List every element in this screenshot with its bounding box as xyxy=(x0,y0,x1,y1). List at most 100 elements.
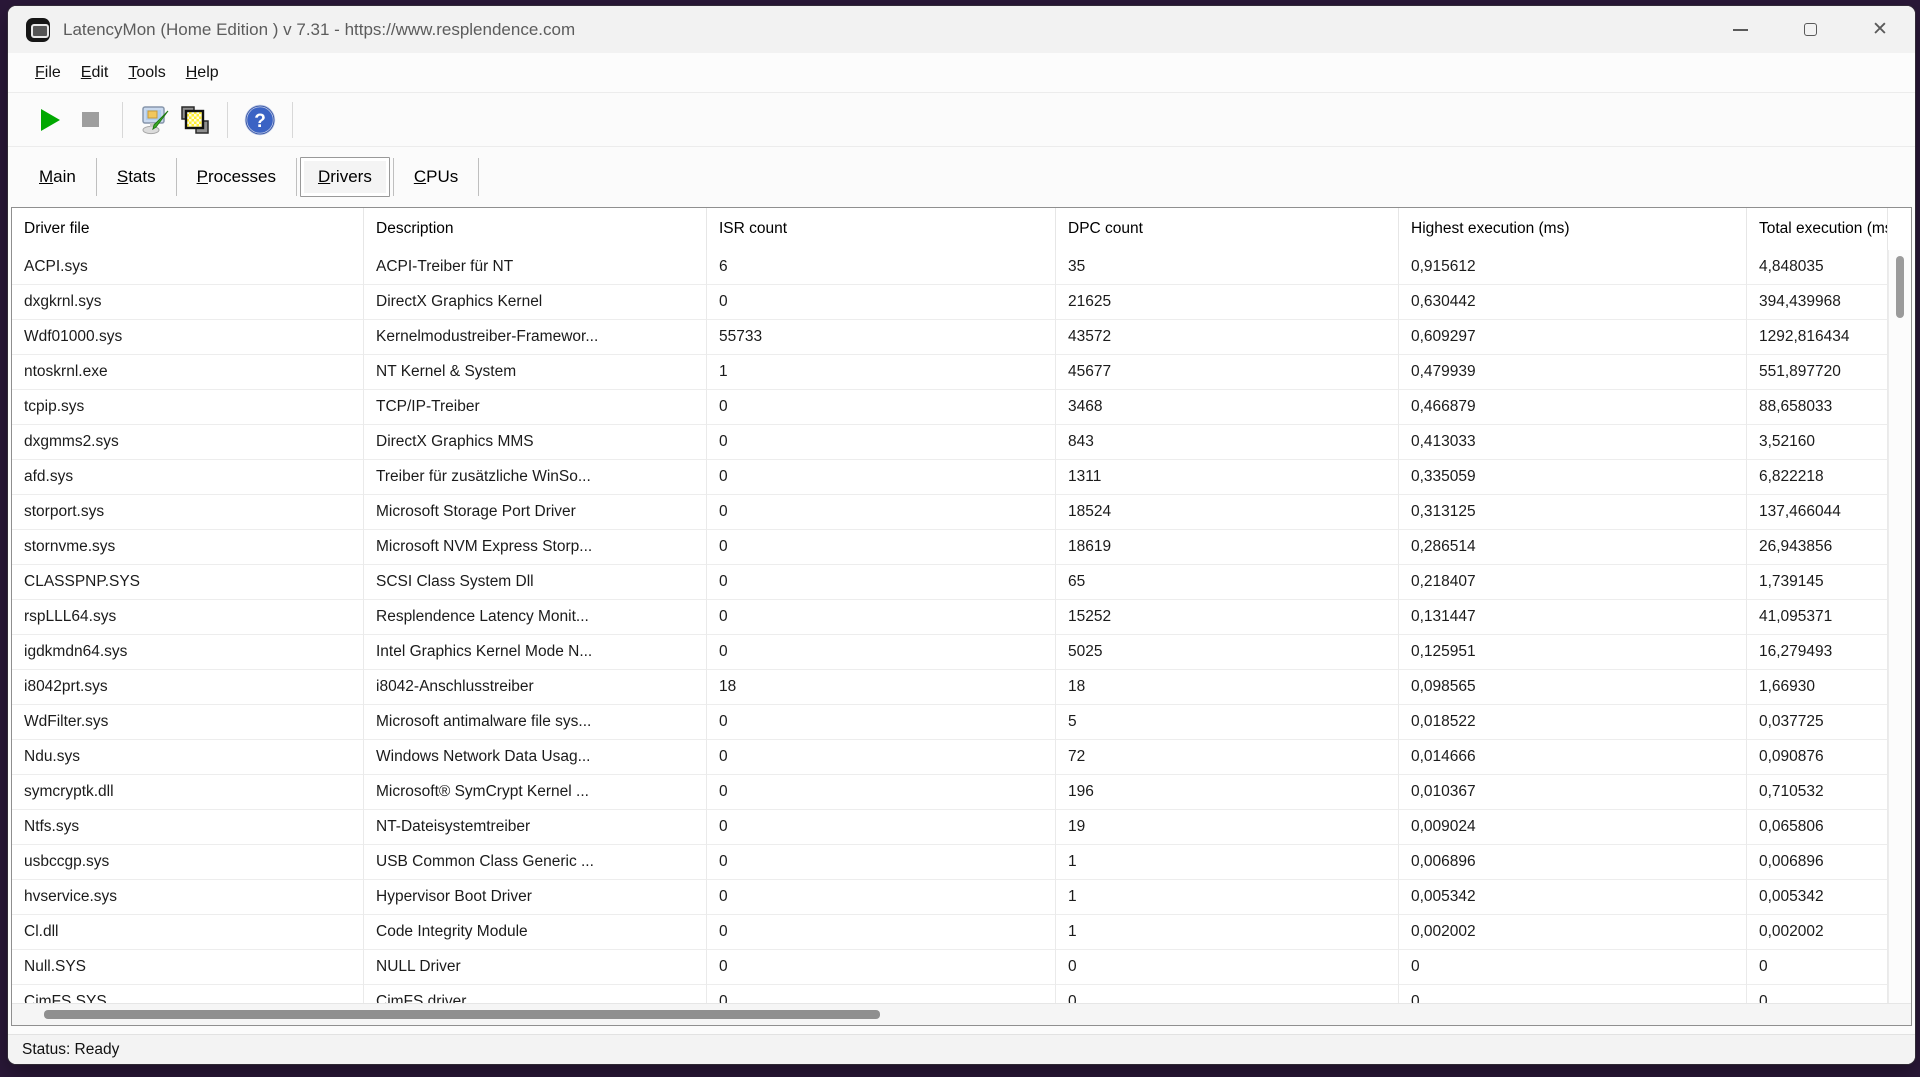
menu-item-tools[interactable]: Tools xyxy=(118,59,175,87)
tab-main[interactable]: Main xyxy=(22,158,93,196)
tab-stats[interactable]: Stats xyxy=(100,158,173,196)
table-cell: 26,943856 xyxy=(1747,530,1888,565)
table-cell: 0 xyxy=(1747,950,1888,985)
table-cell: 0 xyxy=(707,950,1056,985)
report-button[interactable] xyxy=(135,100,175,140)
column-header[interactable]: Driver file xyxy=(12,208,364,250)
maximize-button[interactable] xyxy=(1775,6,1845,53)
tab-cpus[interactable]: CPUs xyxy=(397,158,475,196)
table-row[interactable]: Cl.dllCode Integrity Module010,0020020,0… xyxy=(12,915,1888,950)
table-cell: storport.sys xyxy=(12,495,364,530)
table-cell: 0,002002 xyxy=(1399,915,1747,950)
table-cell: SCSI Class System Dll xyxy=(364,565,707,600)
table-cell: Intel Graphics Kernel Mode N... xyxy=(364,635,707,670)
table-cell: Ntfs.sys xyxy=(12,810,364,845)
table-cell: 1 xyxy=(1056,880,1399,915)
table-row[interactable]: CimFS.SYSCimFS driver0000 xyxy=(12,985,1888,1003)
tab-separator xyxy=(96,158,97,196)
table-row[interactable]: Wdf01000.sysKernelmodustreiber-Framewor.… xyxy=(12,320,1888,355)
table-cell: dxgkrnl.sys xyxy=(12,285,364,320)
table-cell: 21625 xyxy=(1056,285,1399,320)
menu-item-edit[interactable]: Edit xyxy=(71,59,119,87)
menu-item-help[interactable]: Help xyxy=(176,59,229,87)
toolbar-separator xyxy=(227,102,228,138)
table-row[interactable]: usbccgp.sysUSB Common Class Generic ...0… xyxy=(12,845,1888,880)
title-bar[interactable]: LatencyMon (Home Edition ) v 7.31 - http… xyxy=(8,6,1915,53)
table-cell: DirectX Graphics Kernel xyxy=(364,285,707,320)
report-monitor-icon xyxy=(138,103,172,137)
table-row[interactable]: Ntfs.sysNT-Dateisystemtreiber0190,009024… xyxy=(12,810,1888,845)
table-row[interactable]: CLASSPNP.SYSSCSI Class System Dll0650,21… xyxy=(12,565,1888,600)
column-header[interactable]: Description xyxy=(364,208,707,250)
table-row[interactable]: hvservice.sysHypervisor Boot Driver010,0… xyxy=(12,880,1888,915)
column-header[interactable]: DPC count xyxy=(1056,208,1399,250)
copy-report-button[interactable] xyxy=(175,100,215,140)
menu-item-file[interactable]: File xyxy=(25,59,71,87)
table-cell: 0 xyxy=(707,985,1056,1003)
play-icon xyxy=(41,109,60,131)
table-row[interactable]: storport.sysMicrosoft Storage Port Drive… xyxy=(12,495,1888,530)
table-row[interactable]: WdFilter.sysMicrosoft antimalware file s… xyxy=(12,705,1888,740)
tab-separator xyxy=(296,158,297,196)
help-button[interactable]: ? xyxy=(240,100,280,140)
table-cell: 18619 xyxy=(1056,530,1399,565)
table-cell: 1,66930 xyxy=(1747,670,1888,705)
horizontal-scrollbar[interactable] xyxy=(12,1003,1911,1025)
minimize-button[interactable] xyxy=(1705,6,1775,53)
app-icon xyxy=(26,18,50,42)
table-cell: hvservice.sys xyxy=(12,880,364,915)
table-row[interactable]: igdkmdn64.sysIntel Graphics Kernel Mode … xyxy=(12,635,1888,670)
status-text: Status: Ready xyxy=(22,1041,119,1059)
table-cell: dxgmms2.sys xyxy=(12,425,364,460)
table-cell: 0,479939 xyxy=(1399,355,1747,390)
vertical-scrollbar[interactable] xyxy=(1888,250,1911,1003)
table-cell: CLASSPNP.SYS xyxy=(12,565,364,600)
table-row[interactable]: tcpip.sysTCP/IP-Treiber034680,46687988,6… xyxy=(12,390,1888,425)
close-button[interactable]: ✕ xyxy=(1845,6,1915,53)
table-cell: NULL Driver xyxy=(364,950,707,985)
table-cell: 65 xyxy=(1056,565,1399,600)
table-cell: 1292,816434 xyxy=(1747,320,1888,355)
table-cell: 0,006896 xyxy=(1399,845,1747,880)
table-row[interactable]: dxgmms2.sysDirectX Graphics MMS08430,413… xyxy=(12,425,1888,460)
column-header[interactable]: Total execution (ms) xyxy=(1747,208,1888,250)
table-cell: 6 xyxy=(707,250,1056,285)
table-header-row: Driver fileDescriptionISR countDPC count… xyxy=(12,208,1888,250)
table-row[interactable]: afd.sysTreiber für zusätzliche WinSo...0… xyxy=(12,460,1888,495)
table-cell: 0,286514 xyxy=(1399,530,1747,565)
table-row[interactable]: dxgkrnl.sysDirectX Graphics Kernel021625… xyxy=(12,285,1888,320)
table-row[interactable]: ntoskrnl.exeNT Kernel & System1456770,47… xyxy=(12,355,1888,390)
horizontal-scrollbar-thumb[interactable] xyxy=(44,1010,880,1019)
table-cell: 0,466879 xyxy=(1399,390,1747,425)
stop-icon xyxy=(82,112,99,127)
table-cell: 1 xyxy=(1056,915,1399,950)
table-row[interactable]: Null.SYSNULL Driver0000 xyxy=(12,950,1888,985)
table-row[interactable]: i8042prt.sysi8042-Anschlusstreiber18180,… xyxy=(12,670,1888,705)
table-cell: 0 xyxy=(707,810,1056,845)
window-title: LatencyMon (Home Edition ) v 7.31 - http… xyxy=(63,20,575,40)
toolbar-separator xyxy=(292,102,293,138)
table-row[interactable]: ACPI.sysACPI-Treiber für NT6350,9156124,… xyxy=(12,250,1888,285)
table-cell: 0 xyxy=(1747,985,1888,1003)
stop-button[interactable] xyxy=(70,100,110,140)
table-cell: symcryptk.dll xyxy=(12,775,364,810)
table-row[interactable]: symcryptk.dllMicrosoft® SymCrypt Kernel … xyxy=(12,775,1888,810)
table-cell: 72 xyxy=(1056,740,1399,775)
table-cell: 0,915612 xyxy=(1399,250,1747,285)
table-row[interactable]: stornvme.sysMicrosoft NVM Express Storp.… xyxy=(12,530,1888,565)
vertical-scrollbar-thumb[interactable] xyxy=(1896,256,1904,318)
table-row[interactable]: Ndu.sysWindows Network Data Usag...0720,… xyxy=(12,740,1888,775)
tab-drivers[interactable]: Drivers xyxy=(300,157,390,197)
table-cell: 0 xyxy=(707,915,1056,950)
table-cell: Resplendence Latency Monit... xyxy=(364,600,707,635)
column-header[interactable]: ISR count xyxy=(707,208,1056,250)
table-cell: DirectX Graphics MMS xyxy=(364,425,707,460)
table-cell: 0,009024 xyxy=(1399,810,1747,845)
column-header[interactable]: Highest execution (ms) xyxy=(1399,208,1747,250)
drivers-table: Driver fileDescriptionISR countDPC count… xyxy=(11,207,1912,1026)
table-row[interactable]: rspLLL64.sysResplendence Latency Monit..… xyxy=(12,600,1888,635)
table-cell: Hypervisor Boot Driver xyxy=(364,880,707,915)
start-button[interactable] xyxy=(30,100,70,140)
tab-processes[interactable]: Processes xyxy=(180,158,293,196)
maximize-icon xyxy=(1804,23,1817,36)
